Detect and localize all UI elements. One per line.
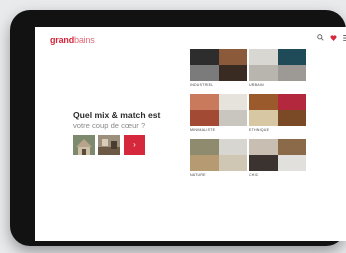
- style-tile-label: NATURE: [190, 173, 206, 177]
- material-swatch: [249, 110, 278, 126]
- tablet-frame: grandbains Quel mix & match est votre co…: [10, 10, 346, 246]
- style-tile-label: URBAIN: [249, 83, 264, 87]
- material-swatch: [218, 94, 247, 110]
- style-tile[interactable]: MINIMALISTE: [190, 94, 247, 132]
- material-swatch: [277, 155, 306, 171]
- selected-thumbnail-1[interactable]: [73, 135, 95, 155]
- interior-photo-icon: [98, 135, 120, 155]
- style-tile-image: [249, 94, 306, 126]
- material-swatch: [190, 94, 219, 110]
- style-tile-label: ETHNIQUE: [249, 128, 270, 132]
- style-tile[interactable]: INDUSTRIEL: [190, 49, 247, 87]
- style-tile-image: [249, 139, 306, 171]
- material-swatch: [190, 65, 219, 81]
- style-tile-image: [249, 49, 306, 81]
- next-button[interactable]: ›: [124, 135, 145, 155]
- style-tile[interactable]: CHIC: [249, 139, 306, 177]
- material-swatch: [218, 139, 247, 155]
- material-swatch: [218, 49, 247, 65]
- style-tile-label: INDUSTRIEL: [190, 83, 214, 87]
- style-tile-label: CHIC: [249, 173, 259, 177]
- house-photo-icon: [73, 135, 95, 155]
- material-swatch: [277, 139, 306, 155]
- style-tile[interactable]: ETHNIQUE: [249, 94, 306, 132]
- material-swatch: [249, 155, 278, 171]
- material-swatch: [277, 49, 306, 65]
- brand-logo[interactable]: grandbains: [50, 35, 95, 45]
- question-title: Quel mix & match est: [73, 110, 161, 120]
- selected-thumbnail-2[interactable]: [98, 135, 120, 155]
- style-tile[interactable]: URBAIN: [249, 49, 306, 87]
- material-swatch: [249, 49, 278, 65]
- material-swatch: [218, 65, 247, 81]
- material-swatch: [249, 94, 278, 110]
- material-swatch: [218, 155, 247, 171]
- style-tile-image: [190, 139, 247, 171]
- heart-icon[interactable]: [330, 35, 337, 41]
- style-tile-image: [190, 94, 247, 126]
- style-tile-image: [190, 49, 247, 81]
- material-swatch: [249, 139, 278, 155]
- material-swatch: [277, 65, 306, 81]
- style-tile[interactable]: NATURE: [190, 139, 247, 177]
- question-subtitle: votre coup de cœur ?: [73, 121, 146, 130]
- search-icon[interactable]: [317, 34, 324, 41]
- material-swatch: [277, 94, 306, 110]
- material-swatch: [218, 110, 247, 126]
- material-swatch: [277, 110, 306, 126]
- material-swatch: [190, 155, 219, 171]
- app-screen: grandbains Quel mix & match est votre co…: [35, 27, 346, 241]
- material-swatch: [249, 65, 278, 81]
- material-swatch: [190, 110, 219, 126]
- material-swatch: [190, 139, 219, 155]
- material-swatch: [190, 49, 219, 65]
- style-tile-label: MINIMALISTE: [190, 128, 216, 132]
